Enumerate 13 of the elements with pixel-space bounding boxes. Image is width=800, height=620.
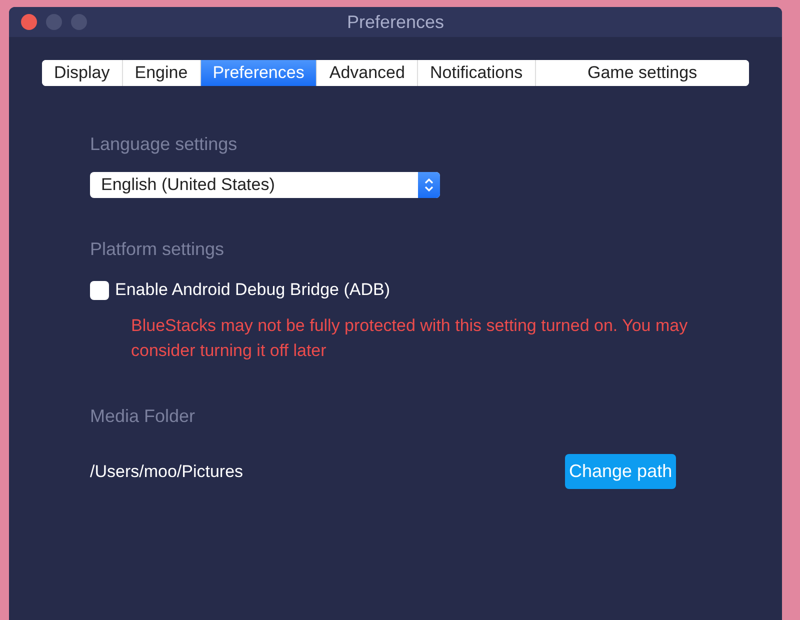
checkbox-label: Enable Android Debug Bridge (ADB) [115,280,390,300]
language-dropdown[interactable]: English (United States) [90,172,440,198]
stepper-icon [418,172,440,198]
section-heading: Platform settings [90,239,224,260]
folder-path: /Users/moo/Pictures [90,462,244,482]
warning-text: BlueStacks may not be fully protected with this setting turned on. You may consider turning it off later [131,315,689,362]
adb-checkbox[interactable] [90,280,109,300]
window-title: Preferences [346,12,444,32]
close-button[interactable] [21,14,37,30]
tab[interactable]: Display [42,60,123,86]
tab[interactable]: Preferences [200,60,318,86]
section-heading: Language settings [90,134,238,155]
section-heading: Media Folder [90,406,196,427]
